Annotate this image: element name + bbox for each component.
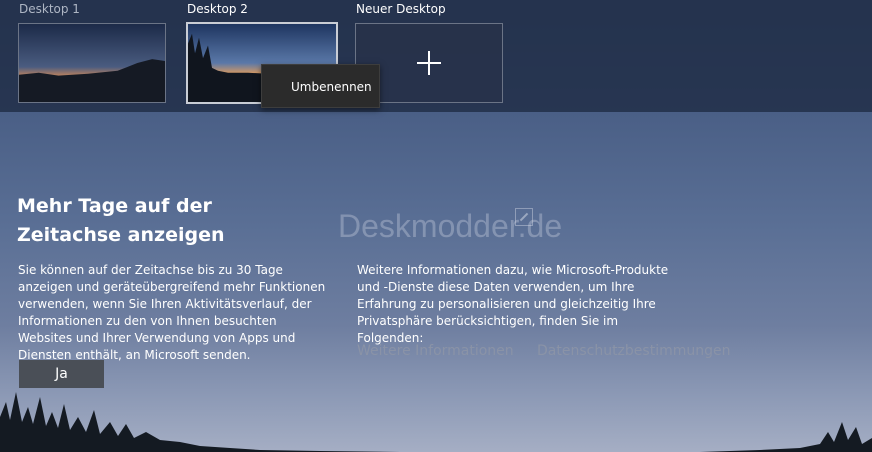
desktop-1-thumbnail[interactable] (18, 23, 166, 103)
more-info-link[interactable]: Weitere Informationen (357, 343, 514, 359)
desktop-1-label: Desktop 1 (19, 2, 80, 16)
menu-item-rename[interactable]: Umbenennen (291, 80, 372, 94)
desktop-1[interactable]: Desktop 1 (18, 0, 168, 108)
privacy-description: Weitere Informationen dazu, wie Microsof… (357, 263, 669, 345)
forest-silhouette (0, 392, 872, 452)
new-desktop-label: Neuer Desktop (356, 2, 446, 16)
dialog-title: Mehr Tage auf der Zeitachse anzeigen (17, 195, 225, 246)
desktop-2-label: Desktop 2 (187, 2, 248, 16)
privacy-policy-link[interactable]: Datenschutzbestimmungen (537, 343, 730, 359)
landscape-thumbnail-image (19, 24, 165, 102)
context-menu: Umbenennen (261, 64, 380, 108)
virtual-desktop-bar: Desktop 1 Desktop 2 Neuer Desktop (0, 0, 872, 112)
plus-icon (417, 51, 441, 75)
yes-button[interactable]: Ja (19, 360, 104, 388)
pencil-icon (515, 208, 533, 226)
timeline-description: Sie können auf der Zeitachse bis zu 30 T… (18, 263, 326, 362)
